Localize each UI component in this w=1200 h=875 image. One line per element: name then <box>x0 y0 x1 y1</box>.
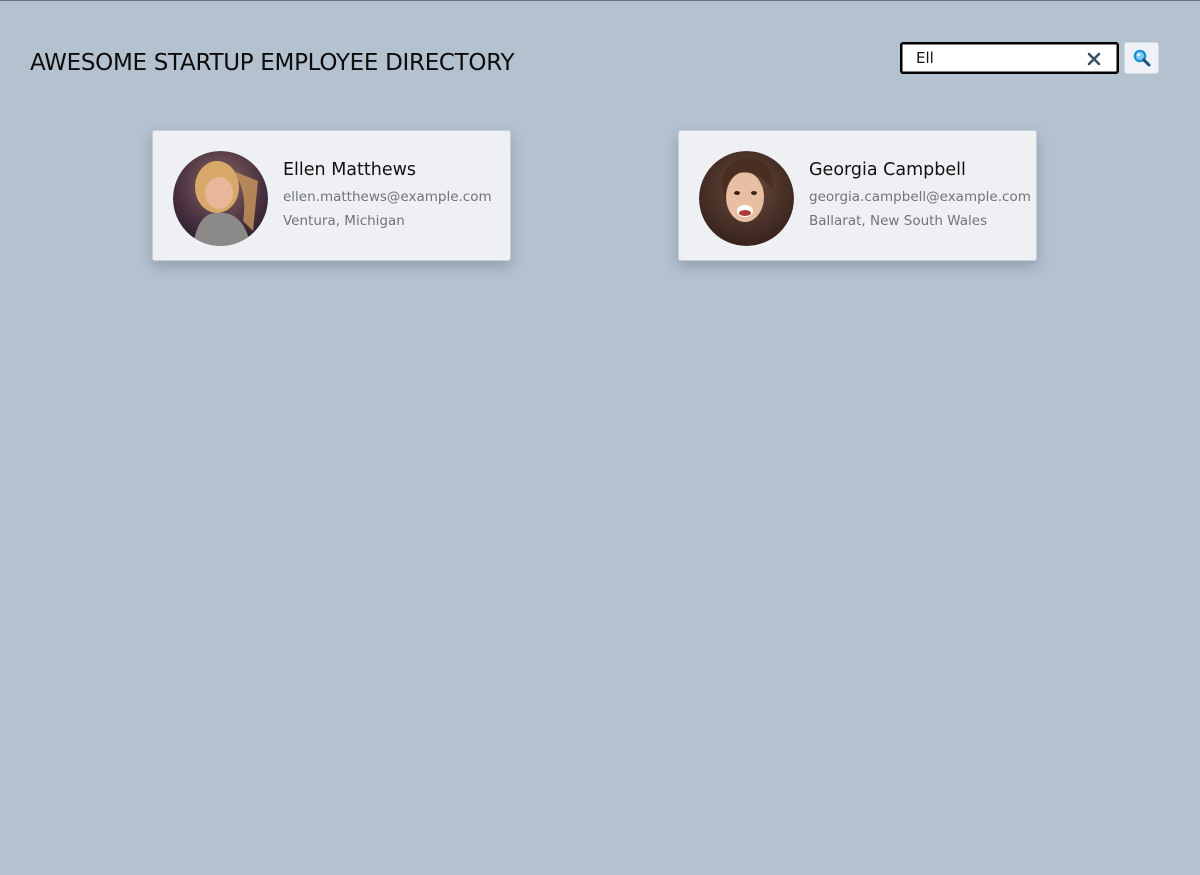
avatar <box>699 151 794 246</box>
avatar <box>173 151 268 246</box>
employee-name: Ellen Matthews <box>283 160 417 180</box>
close-icon[interactable] <box>1087 51 1101 66</box>
search-button[interactable] <box>1124 42 1159 74</box>
employee-card[interactable]: Georgia Campbell georgia.campbell@exampl… <box>678 130 1037 261</box>
employee-email: georgia.campbell@example.com <box>809 189 1031 205</box>
page-title: AWESOME STARTUP EMPLOYEE DIRECTORY <box>30 50 515 76</box>
search-input[interactable] <box>904 46 1084 70</box>
employee-card[interactable]: Ellen Matthews ellen.matthews@example.co… <box>152 130 511 261</box>
search-form <box>900 42 1159 74</box>
employee-location: Ballarat, New South Wales <box>809 213 988 229</box>
employee-name: Georgia Campbell <box>809 160 966 180</box>
employee-location: Ventura, Michigan <box>283 213 405 229</box>
page-header: AWESOME STARTUP EMPLOYEE DIRECTORY <box>0 1 1200 111</box>
search-box[interactable] <box>900 42 1119 74</box>
magnifier-icon <box>1133 49 1150 67</box>
employee-email: ellen.matthews@example.com <box>283 189 492 205</box>
